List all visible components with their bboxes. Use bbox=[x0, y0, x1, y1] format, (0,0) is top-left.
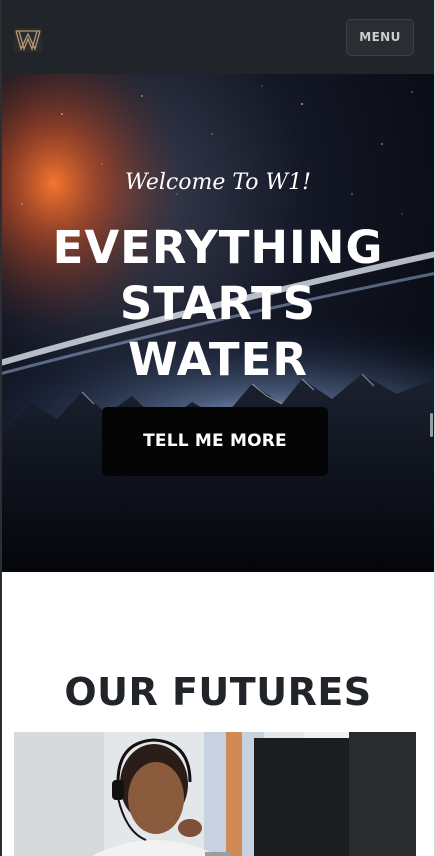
headline-line-2: STARTS bbox=[119, 277, 317, 330]
futures-photo bbox=[14, 732, 416, 856]
hero-welcome-text: Welcome To W1! bbox=[125, 170, 311, 195]
navbar: MENU bbox=[2, 0, 434, 74]
menu-button[interactable]: MENU bbox=[346, 19, 414, 56]
headline-line-3: WATER bbox=[127, 333, 309, 386]
futures-section: OUR FUTURES bbox=[2, 572, 434, 856]
section-title: OUR FUTURES bbox=[64, 670, 372, 714]
hero-section: Welcome To W1! EVERYTHING STARTS WATER T… bbox=[2, 74, 434, 572]
tell-me-more-button[interactable]: TELL ME MORE bbox=[102, 407, 328, 476]
bottom-scroll-handle[interactable] bbox=[205, 852, 231, 856]
scrollbar-thumb[interactable] bbox=[430, 413, 433, 437]
browser-viewport: MENU Welcome To W1! EVERYTHING STARTS WA… bbox=[0, 0, 436, 856]
hero-headline: EVERYTHING STARTS WATER bbox=[2, 220, 434, 388]
headline-line-1: EVERYTHING bbox=[52, 221, 384, 274]
w1-logo-icon[interactable] bbox=[14, 28, 42, 52]
